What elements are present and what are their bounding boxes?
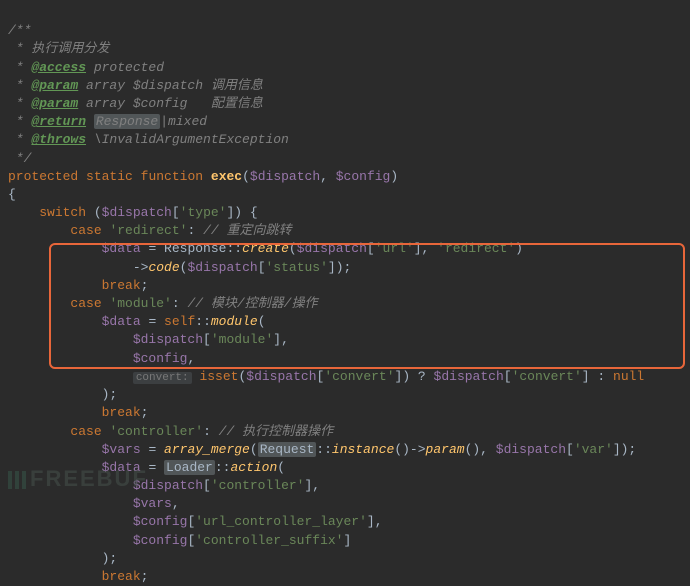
docblock-line: /** <box>8 23 31 38</box>
brace-open: { <box>8 187 16 202</box>
case-module: case <box>70 296 101 311</box>
watermark-text: FREEBUF <box>30 464 148 495</box>
return-type-highlight: Response <box>94 114 160 129</box>
docblock-line: * 执行调用分发 <box>8 41 109 56</box>
docblock-line: */ <box>8 151 31 166</box>
loader-highlight: Loader <box>164 460 215 475</box>
case-controller: case <box>70 424 101 439</box>
case-redirect: case <box>70 223 101 238</box>
docblock-line: * @return Response|mixed <box>8 114 207 129</box>
function-signature: protected static function exec($dispatch… <box>8 169 398 184</box>
request-highlight: Request <box>258 442 317 457</box>
switch-kw: switch <box>39 205 86 220</box>
docblock-line: * @param array $config 配置信息 <box>8 96 263 111</box>
docblock-line: * @throws \InvalidArgumentException <box>8 132 289 147</box>
code-editor: /** * 执行调用分发 * @access protected * @para… <box>8 4 690 586</box>
docblock-line: * @access protected <box>8 60 164 75</box>
param-hint-convert: convert: <box>133 372 192 384</box>
watermark: FREEBUF <box>8 464 148 495</box>
watermark-bars-icon <box>8 471 26 489</box>
docblock-line: * @param array $dispatch 调用信息 <box>8 78 263 93</box>
